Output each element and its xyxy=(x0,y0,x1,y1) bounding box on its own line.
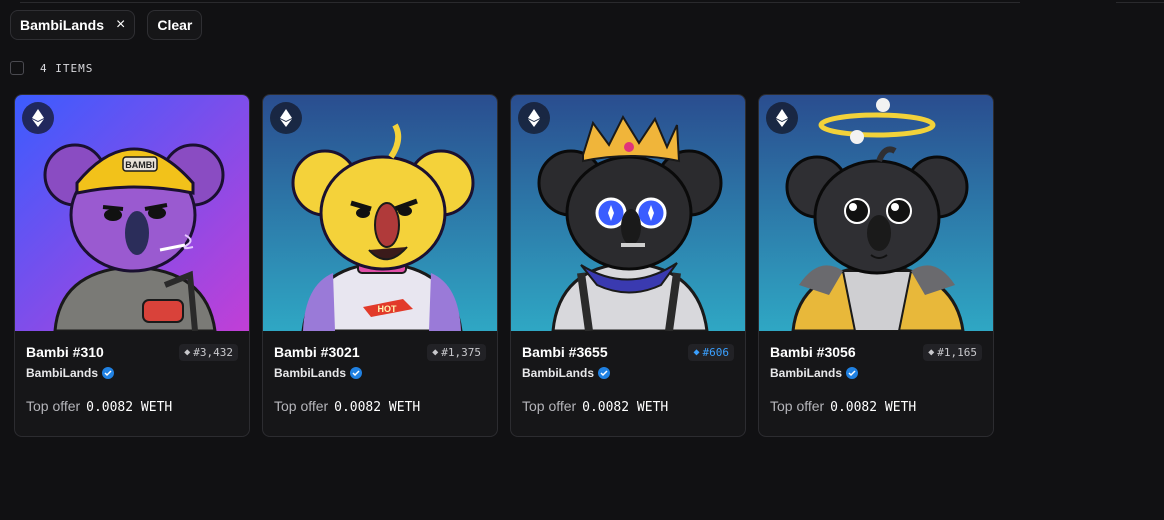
results-header: 4 ITEMS xyxy=(10,61,93,75)
verified-check-icon xyxy=(846,367,859,379)
verified-check-icon xyxy=(102,367,115,379)
svg-text:HOT: HOT xyxy=(378,304,398,314)
nft-image[interactable] xyxy=(511,95,745,331)
nft-card[interactable]: Bambi #3056 ◆ #1,165 BambiLands Top offer… xyxy=(758,94,994,437)
diamond-icon: ◆ xyxy=(693,346,700,358)
rarity-rank: ◆ #606 xyxy=(688,343,734,361)
collection-name[interactable]: BambiLands xyxy=(522,366,734,380)
verified-check-icon xyxy=(598,367,611,379)
koala-crown-art xyxy=(511,95,745,331)
nft-image[interactable] xyxy=(759,95,993,331)
rarity-rank: ◆ #1,165 xyxy=(923,343,982,361)
item-name: Bambi #3021 xyxy=(274,344,360,360)
item-name: Bambi #310 xyxy=(26,344,104,360)
top-offer: Top offer 0.0082 WETH xyxy=(522,398,669,415)
svg-text:BAMBI: BAMBI xyxy=(125,160,155,170)
diamond-icon: ◆ xyxy=(928,346,935,358)
top-offer: Top offer 0.0082 WETH xyxy=(274,398,421,415)
rarity-rank: ◆ #3,432 xyxy=(179,343,238,361)
nft-card[interactable]: HOT Bambi #3021 ◆ #1,375 BambiLands Top … xyxy=(262,94,498,437)
top-offer: Top offer 0.0082 WETH xyxy=(26,398,173,415)
koala-beanie-art: BAMBI xyxy=(15,95,249,331)
collection-name[interactable]: BambiLands xyxy=(770,366,982,380)
nft-card[interactable]: BAMBI Bambi #310 ◆ #3,432 BambiLands Top… xyxy=(14,94,250,437)
nft-card[interactable]: Bambi #3655 ◆ #606 BambiLands Top offer 0… xyxy=(510,94,746,437)
collection-name[interactable]: BambiLands xyxy=(274,366,486,380)
clear-filters-button[interactable]: Clear xyxy=(147,10,203,40)
item-grid: BAMBI Bambi #310 ◆ #3,432 BambiLands Top… xyxy=(14,94,994,437)
filter-chip-bambilands[interactable]: BambiLands × xyxy=(10,10,136,40)
ethereum-icon xyxy=(22,102,54,134)
verified-check-icon xyxy=(350,367,363,379)
active-filters: BambiLands × Clear xyxy=(10,10,203,40)
koala-yellow-art: HOT xyxy=(263,95,497,331)
diamond-icon: ◆ xyxy=(184,346,191,358)
filter-chip-label: BambiLands xyxy=(20,17,105,33)
top-divider xyxy=(20,0,1020,3)
rarity-rank: ◆ #1,375 xyxy=(427,343,486,361)
ethereum-icon xyxy=(766,102,798,134)
select-all-checkbox[interactable] xyxy=(10,61,24,75)
top-divider-right xyxy=(1116,0,1164,3)
close-icon[interactable]: × xyxy=(116,17,125,33)
ethereum-icon xyxy=(518,102,550,134)
item-name: Bambi #3655 xyxy=(522,344,608,360)
nft-image[interactable]: HOT xyxy=(263,95,497,331)
ethereum-icon xyxy=(270,102,302,134)
collection-name[interactable]: BambiLands xyxy=(26,366,238,380)
nft-image[interactable]: BAMBI xyxy=(15,95,249,331)
diamond-icon: ◆ xyxy=(432,346,439,358)
koala-halo-art xyxy=(759,95,993,331)
top-offer: Top offer 0.0082 WETH xyxy=(770,398,917,415)
item-name: Bambi #3056 xyxy=(770,344,856,360)
item-count: 4 ITEMS xyxy=(40,61,94,75)
